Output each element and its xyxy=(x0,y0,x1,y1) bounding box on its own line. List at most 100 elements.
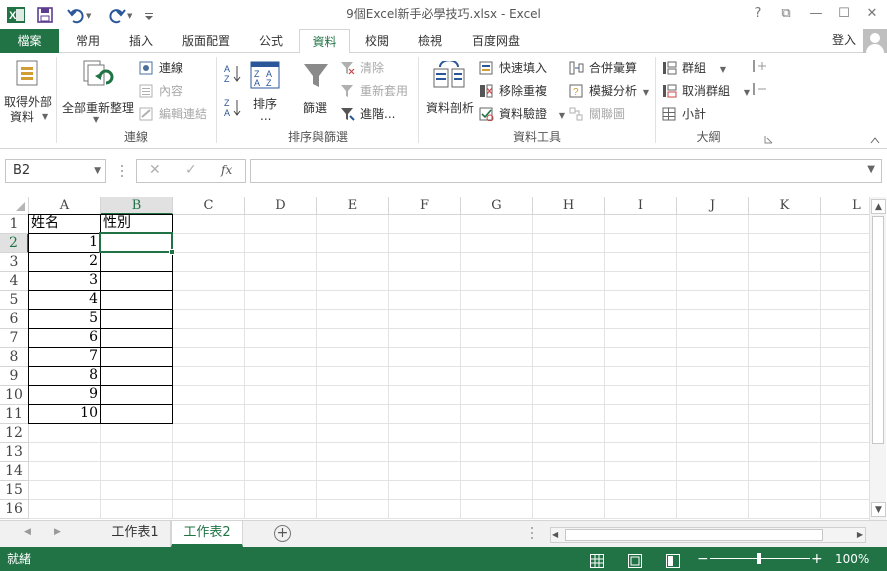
refresh-all-button[interactable]: 全部重新整理 ▼ xyxy=(60,57,134,125)
help-button[interactable]: ? xyxy=(747,4,769,24)
row-header-13[interactable]: 13 xyxy=(0,443,29,462)
horizontal-scrollbar[interactable]: ◀ ▶ xyxy=(550,527,866,543)
cell-a11[interactable]: 10 xyxy=(29,404,100,423)
fill-handle[interactable] xyxy=(169,249,175,255)
row-header-10[interactable]: 10 xyxy=(0,386,29,405)
next-sheet-icon[interactable]: ▶ xyxy=(54,527,61,537)
column-header-h[interactable]: H xyxy=(533,197,605,215)
ungroup-button[interactable]: 取消群組 ▼ xyxy=(662,82,750,100)
advanced-filter-button[interactable]: 進階... xyxy=(340,105,395,123)
page-break-view-icon[interactable] xyxy=(666,552,680,571)
redo-icon[interactable]: ▼ xyxy=(106,5,133,25)
column-header-l[interactable]: L xyxy=(821,197,869,215)
sort-button[interactable]: ZAAZ 排序 ... xyxy=(248,57,284,125)
reapply-button[interactable]: 重新套用 xyxy=(340,82,408,100)
flash-fill-button[interactable]: 快速填入 xyxy=(479,59,547,77)
row-header-5[interactable]: 5 xyxy=(0,291,29,310)
enter-icon[interactable]: ✓ xyxy=(185,162,197,178)
ribbon-display-button[interactable]: ⧉ xyxy=(775,4,797,24)
edit-links-button[interactable]: 編輯連結 xyxy=(139,105,207,123)
row-header-12[interactable]: 12 xyxy=(0,424,29,443)
worksheet-grid[interactable]: ABCDEFGHIJKL 1 2 3 4 5 6 7 8 9 10 11 12 13 14 15 16 姓名性… xyxy=(0,197,869,520)
subtotal-button[interactable]: 小計 xyxy=(662,105,706,123)
column-header-g[interactable]: G xyxy=(461,197,533,215)
group-button[interactable]: 群組 ▼ xyxy=(662,59,726,77)
cell-a4[interactable]: 3 xyxy=(29,271,100,290)
cell-a10[interactable]: 9 xyxy=(29,385,100,404)
column-header-j[interactable]: J xyxy=(677,197,749,215)
scroll-up-icon[interactable]: ▲ xyxy=(871,199,886,214)
row-header-1[interactable]: 1 xyxy=(0,215,29,234)
remove-duplicates-button[interactable]: 移除重複 xyxy=(479,82,547,100)
cell-a2[interactable]: 1 xyxy=(29,233,100,252)
text-to-columns-button[interactable]: 資料剖析 xyxy=(424,57,474,125)
tab-formulas[interactable]: 公式 xyxy=(246,29,296,53)
scroll-down-icon[interactable]: ▼ xyxy=(871,502,886,517)
collapse-ribbon-icon[interactable] xyxy=(870,133,880,147)
cell-a8[interactable]: 7 xyxy=(29,347,100,366)
row-header-8[interactable]: 8 xyxy=(0,348,29,367)
cell-b1[interactable]: 性別 xyxy=(101,214,172,233)
column-header-c[interactable]: C xyxy=(173,197,245,215)
sort-descending-button[interactable]: ZA xyxy=(222,97,244,118)
row-header-6[interactable]: 6 xyxy=(0,310,29,329)
column-header-d[interactable]: D xyxy=(245,197,317,215)
tab-baidu[interactable]: 百度网盘 xyxy=(461,29,531,53)
vertical-scroll-thumb[interactable] xyxy=(872,216,884,444)
show-detail-icon[interactable] xyxy=(752,59,768,76)
row-header-4[interactable]: 4 xyxy=(0,272,29,291)
data-validation-button[interactable]: 資料驗證 ▼ xyxy=(479,105,565,123)
column-header-i[interactable]: I xyxy=(605,197,677,215)
vertical-scrollbar[interactable]: ▲ ▼ xyxy=(869,197,886,520)
tab-review[interactable]: 校閱 xyxy=(353,29,401,53)
save-icon[interactable] xyxy=(35,5,57,25)
tab-data[interactable]: 資料 xyxy=(299,29,350,54)
zoom-out-button[interactable]: − xyxy=(697,547,709,571)
select-all-corner[interactable] xyxy=(0,197,29,215)
column-header-e[interactable]: E xyxy=(317,197,389,215)
properties-button[interactable]: 內容 xyxy=(139,82,183,100)
tab-home[interactable]: 常用 xyxy=(64,29,112,53)
expand-formula-icon[interactable]: ▼ xyxy=(867,164,875,175)
insert-function-icon[interactable]: fx xyxy=(221,163,232,177)
consolidate-button[interactable]: 合併彙算 xyxy=(569,59,637,77)
prev-sheet-icon[interactable]: ◀ xyxy=(24,527,31,537)
row-header-9[interactable]: 9 xyxy=(0,367,29,386)
what-if-button[interactable]: ? 模擬分析 ▼ xyxy=(569,82,649,100)
tab-file[interactable]: 檔案 xyxy=(0,29,59,53)
sort-ascending-button[interactable]: AZ xyxy=(222,63,244,84)
connections-button[interactable]: 連線 xyxy=(139,59,183,77)
zoom-in-button[interactable]: + xyxy=(811,547,823,571)
get-external-data-button[interactable]: 取得外部 資料 ▼ xyxy=(4,57,54,125)
column-header-b[interactable]: B xyxy=(101,197,173,215)
customize-qat-icon[interactable] xyxy=(143,5,165,25)
column-header-k[interactable]: K xyxy=(749,197,821,215)
clear-filter-button[interactable]: 清除 xyxy=(340,59,384,77)
zoom-level[interactable]: 100% xyxy=(835,547,869,571)
relationships-button[interactable]: 關聯圖 xyxy=(569,105,625,123)
row-header-16[interactable]: 16 xyxy=(0,500,29,519)
cell-a1[interactable]: 姓名 xyxy=(29,214,100,233)
column-header-a[interactable]: A xyxy=(29,197,101,215)
sheet-tab-1[interactable]: 工作表1 xyxy=(100,521,171,547)
column-header-f[interactable]: F xyxy=(389,197,461,215)
active-cell-outline[interactable] xyxy=(99,232,173,253)
filter-button[interactable]: 篩選 xyxy=(298,57,334,125)
cell-a9[interactable]: 8 xyxy=(29,366,100,385)
cancel-icon[interactable]: ✕ xyxy=(149,162,161,178)
scroll-left-icon[interactable]: ◀ xyxy=(552,529,558,541)
page-layout-view-icon[interactable] xyxy=(628,552,642,571)
avatar[interactable] xyxy=(863,29,887,53)
row-header-11[interactable]: 11 xyxy=(0,405,29,424)
minimize-button[interactable]: — xyxy=(805,4,827,24)
signin-link[interactable]: 登入 xyxy=(832,29,856,51)
cell-a3[interactable]: 2 xyxy=(29,252,100,271)
horizontal-scroll-thumb[interactable] xyxy=(565,529,823,541)
row-header-3[interactable]: 3 xyxy=(0,253,29,272)
maximize-button[interactable]: ☐ xyxy=(833,4,855,24)
cell-a5[interactable]: 4 xyxy=(29,290,100,309)
formula-input[interactable]: ▼ xyxy=(250,159,882,183)
cell-a7[interactable]: 6 xyxy=(29,328,100,347)
row-header-7[interactable]: 7 xyxy=(0,329,29,348)
add-sheet-button[interactable]: + xyxy=(274,525,291,542)
